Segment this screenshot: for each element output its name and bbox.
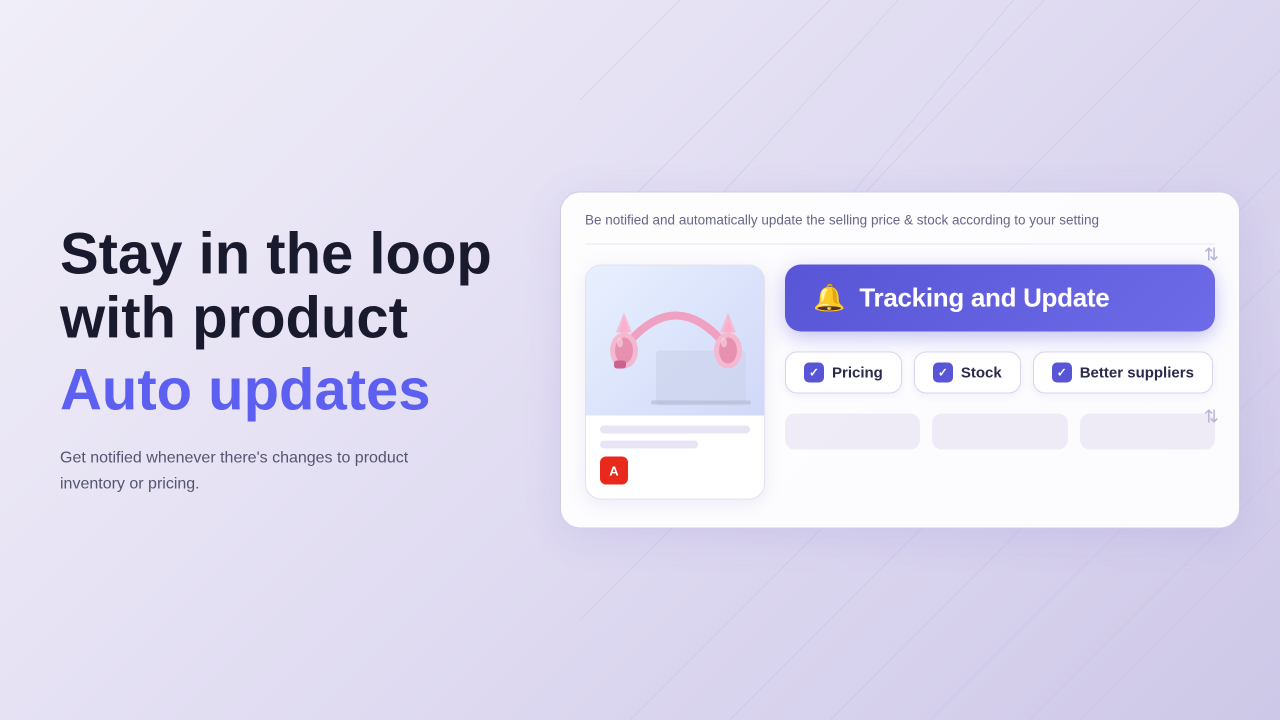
tracking-button-label: Tracking and Update <box>859 283 1109 314</box>
arrow-top-decoration: ⇅ <box>1204 245 1219 266</box>
arrow-bottom-decoration: ⇅ <box>1204 407 1219 428</box>
pricing-tag[interactable]: ✓ Pricing <box>785 352 902 394</box>
stock-check: ✓ <box>933 363 953 383</box>
right-panel: 🔔 Tracking and Update ✓ Pricing ✓ Stock <box>785 265 1215 450</box>
content-row: A 🔔 Tracking and Update ✓ Pricing <box>585 265 1215 500</box>
right-ui: Be notified and automatically update the… <box>560 192 1240 529</box>
product-card: A <box>585 265 765 500</box>
product-image <box>586 266 765 416</box>
main-card: Be notified and automatically update the… <box>560 192 1240 529</box>
bottom-bars <box>785 414 1215 450</box>
product-icon: A <box>600 457 628 485</box>
bell-icon: 🔔 <box>813 283 845 314</box>
product-icon-letter: A <box>609 463 618 478</box>
headline-text: Stay in the loop with product <box>60 223 492 351</box>
product-line-2 <box>600 441 698 449</box>
stock-label: Stock <box>961 364 1002 381</box>
suppliers-check: ✓ <box>1052 363 1072 383</box>
pricing-check: ✓ <box>804 363 824 383</box>
bottom-bar-3 <box>1080 414 1215 450</box>
subtext: Get notified whenever there's changes to… <box>60 446 440 497</box>
tags-row: ✓ Pricing ✓ Stock ✓ Better suppliers <box>785 352 1215 394</box>
card-description: Be notified and automatically update the… <box>585 213 1215 245</box>
better-suppliers-tag[interactable]: ✓ Better suppliers <box>1033 352 1213 394</box>
tracking-update-button[interactable]: 🔔 Tracking and Update <box>785 265 1215 332</box>
better-suppliers-label: Better suppliers <box>1080 364 1194 381</box>
bottom-bar-1 <box>785 414 920 450</box>
bottom-bar-2 <box>932 414 1067 450</box>
product-lines <box>586 416 764 449</box>
left-content: Stay in the loop with product Auto updat… <box>60 223 492 498</box>
headline-accent: Auto updates <box>60 358 492 422</box>
stock-tag[interactable]: ✓ Stock <box>914 352 1021 394</box>
product-line-1 <box>600 426 750 434</box>
headline-line1: Stay in the loop <box>60 222 492 287</box>
headline-line2: with product <box>60 286 408 351</box>
pricing-label: Pricing <box>832 364 883 381</box>
